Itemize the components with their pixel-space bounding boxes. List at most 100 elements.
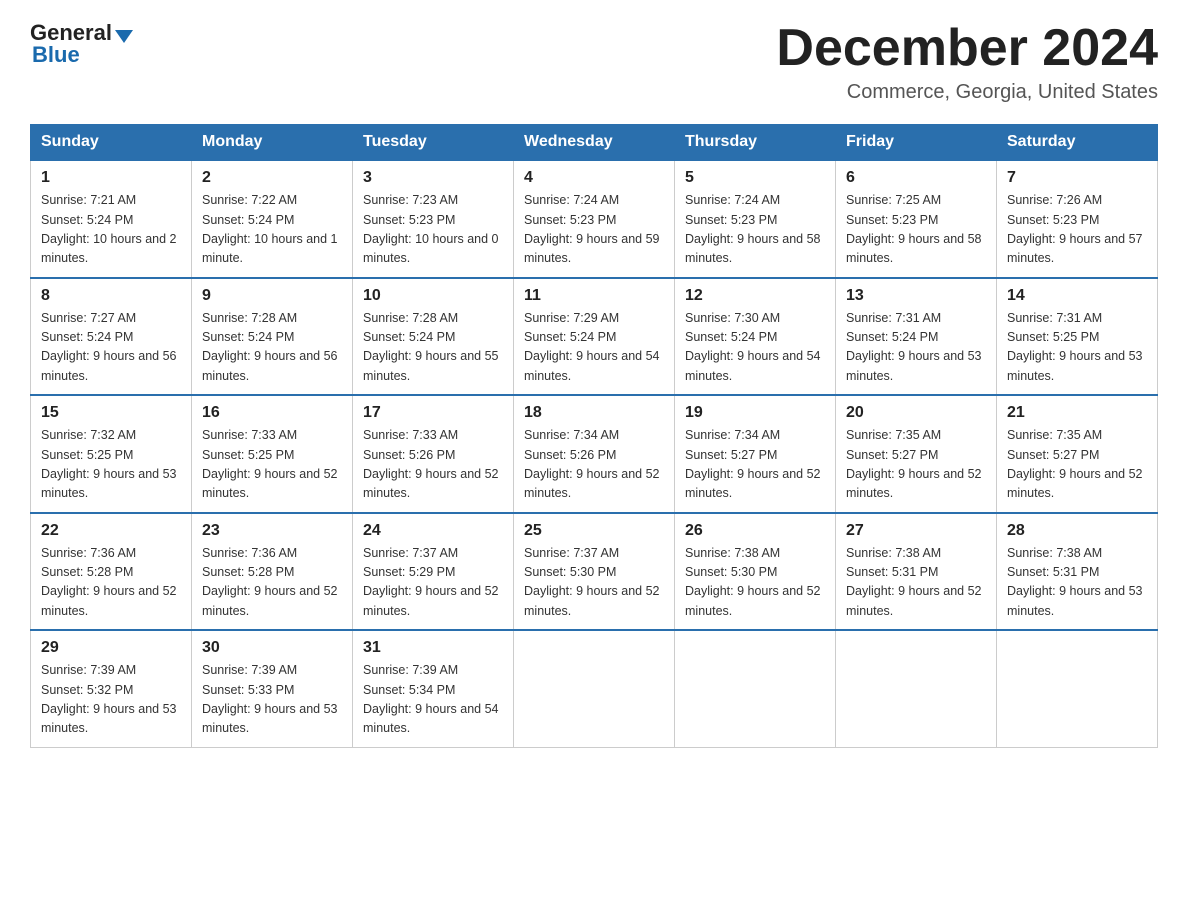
table-row: 10 Sunrise: 7:28 AMSunset: 5:24 PMDayligh… [353, 278, 514, 396]
day-number: 1 [41, 169, 181, 187]
day-number: 10 [363, 287, 503, 305]
calendar-week-row: 29Sunrise: 7:39 AMSunset: 5:32 PMDayligh… [31, 630, 1158, 747]
table-row [836, 630, 997, 747]
col-thursday: Thursday [675, 125, 836, 161]
month-title: December 2024 [776, 20, 1158, 77]
day-number: 2 [202, 169, 342, 187]
table-row: 17 Sunrise: 7:33 AMSunset: 5:26 PMDayligh… [353, 395, 514, 513]
day-number: 24 [363, 522, 503, 540]
col-monday: Monday [192, 125, 353, 161]
day-info: Sunrise: 7:30 AMSunset: 5:24 PMDaylight:… [685, 309, 825, 387]
table-row: 14Sunrise: 7:31 AMSunset: 5:25 PMDayligh… [997, 278, 1158, 396]
location-text: Commerce, Georgia, United States [776, 81, 1158, 104]
day-info: Sunrise: 7:38 AMSunset: 5:30 PMDaylight:… [685, 544, 825, 622]
table-row: 16 Sunrise: 7:33 AMSunset: 5:25 PMDayligh… [192, 395, 353, 513]
table-row: 5 Sunrise: 7:24 AMSunset: 5:23 PMDaylight… [675, 160, 836, 278]
calendar-week-row: 1 Sunrise: 7:21 AMSunset: 5:24 PMDaylight… [31, 160, 1158, 278]
day-info: Sunrise: 7:28 AMSunset: 5:24 PMDaylight:… [363, 309, 503, 387]
table-row: 23 Sunrise: 7:36 AMSunset: 5:28 PMDayligh… [192, 513, 353, 631]
day-info: Sunrise: 7:33 AMSunset: 5:25 PMDaylight:… [202, 426, 342, 504]
day-number: 19 [685, 404, 825, 422]
day-number: 13 [846, 287, 986, 305]
table-row: 15 Sunrise: 7:32 AMSunset: 5:25 PMDayligh… [31, 395, 192, 513]
day-info: Sunrise: 7:34 AMSunset: 5:26 PMDaylight:… [524, 426, 664, 504]
day-info: Sunrise: 7:23 AMSunset: 5:23 PMDaylight:… [363, 191, 503, 269]
table-row: 27Sunrise: 7:38 AMSunset: 5:31 PMDayligh… [836, 513, 997, 631]
table-row: 24 Sunrise: 7:37 AMSunset: 5:29 PMDayligh… [353, 513, 514, 631]
day-number: 3 [363, 169, 503, 187]
logo: General Blue [30, 20, 133, 68]
table-row: 3 Sunrise: 7:23 AMSunset: 5:23 PMDaylight… [353, 160, 514, 278]
day-number: 20 [846, 404, 986, 422]
table-row: 7 Sunrise: 7:26 AMSunset: 5:23 PMDaylight… [997, 160, 1158, 278]
table-row: 20 Sunrise: 7:35 AMSunset: 5:27 PMDayligh… [836, 395, 997, 513]
day-number: 17 [363, 404, 503, 422]
day-number: 16 [202, 404, 342, 422]
day-info: Sunrise: 7:25 AMSunset: 5:23 PMDaylight:… [846, 191, 986, 269]
table-row: 25 Sunrise: 7:37 AMSunset: 5:30 PMDayligh… [514, 513, 675, 631]
col-wednesday: Wednesday [514, 125, 675, 161]
day-number: 31 [363, 639, 503, 657]
col-saturday: Saturday [997, 125, 1158, 161]
header-row: Sunday Monday Tuesday Wednesday Thursday… [31, 125, 1158, 161]
day-number: 11 [524, 287, 664, 305]
day-info: Sunrise: 7:24 AMSunset: 5:23 PMDaylight:… [685, 191, 825, 269]
table-row: 6 Sunrise: 7:25 AMSunset: 5:23 PMDaylight… [836, 160, 997, 278]
day-info: Sunrise: 7:37 AMSunset: 5:29 PMDaylight:… [363, 544, 503, 622]
day-number: 15 [41, 404, 181, 422]
calendar-week-row: 8 Sunrise: 7:27 AMSunset: 5:24 PMDaylight… [31, 278, 1158, 396]
day-info: Sunrise: 7:35 AMSunset: 5:27 PMDaylight:… [1007, 426, 1147, 504]
table-row: 12 Sunrise: 7:30 AMSunset: 5:24 PMDayligh… [675, 278, 836, 396]
day-info: Sunrise: 7:28 AMSunset: 5:24 PMDaylight:… [202, 309, 342, 387]
day-info: Sunrise: 7:34 AMSunset: 5:27 PMDaylight:… [685, 426, 825, 504]
day-number: 8 [41, 287, 181, 305]
day-number: 12 [685, 287, 825, 305]
day-info: Sunrise: 7:39 AMSunset: 5:32 PMDaylight:… [41, 661, 181, 739]
day-info: Sunrise: 7:21 AMSunset: 5:24 PMDaylight:… [41, 191, 181, 269]
table-row: 21Sunrise: 7:35 AMSunset: 5:27 PMDayligh… [997, 395, 1158, 513]
calendar-table: Sunday Monday Tuesday Wednesday Thursday… [30, 124, 1158, 748]
day-number: 18 [524, 404, 664, 422]
day-number: 7 [1007, 169, 1147, 187]
day-info: Sunrise: 7:33 AMSunset: 5:26 PMDaylight:… [363, 426, 503, 504]
day-info: Sunrise: 7:31 AMSunset: 5:25 PMDaylight:… [1007, 309, 1147, 387]
table-row: 19 Sunrise: 7:34 AMSunset: 5:27 PMDayligh… [675, 395, 836, 513]
day-number: 27 [846, 522, 986, 540]
day-number: 5 [685, 169, 825, 187]
day-info: Sunrise: 7:35 AMSunset: 5:27 PMDaylight:… [846, 426, 986, 504]
day-info: Sunrise: 7:36 AMSunset: 5:28 PMDaylight:… [41, 544, 181, 622]
col-friday: Friday [836, 125, 997, 161]
table-row [675, 630, 836, 747]
table-row: 18 Sunrise: 7:34 AMSunset: 5:26 PMDayligh… [514, 395, 675, 513]
day-number: 25 [524, 522, 664, 540]
col-sunday: Sunday [31, 125, 192, 161]
calendar-week-row: 15 Sunrise: 7:32 AMSunset: 5:25 PMDayligh… [31, 395, 1158, 513]
day-number: 23 [202, 522, 342, 540]
day-info: Sunrise: 7:38 AMSunset: 5:31 PMDaylight:… [1007, 544, 1147, 622]
table-row: 30Sunrise: 7:39 AMSunset: 5:33 PMDayligh… [192, 630, 353, 747]
day-info: Sunrise: 7:24 AMSunset: 5:23 PMDaylight:… [524, 191, 664, 269]
day-info: Sunrise: 7:27 AMSunset: 5:24 PMDaylight:… [41, 309, 181, 387]
table-row: 8 Sunrise: 7:27 AMSunset: 5:24 PMDaylight… [31, 278, 192, 396]
day-number: 6 [846, 169, 986, 187]
table-row: 2Sunrise: 7:22 AMSunset: 5:24 PMDaylight… [192, 160, 353, 278]
day-info: Sunrise: 7:36 AMSunset: 5:28 PMDaylight:… [202, 544, 342, 622]
day-number: 30 [202, 639, 342, 657]
table-row: 22Sunrise: 7:36 AMSunset: 5:28 PMDayligh… [31, 513, 192, 631]
day-number: 9 [202, 287, 342, 305]
day-info: Sunrise: 7:26 AMSunset: 5:23 PMDaylight:… [1007, 191, 1147, 269]
table-row [514, 630, 675, 747]
logo-blue-text: Blue [32, 42, 133, 68]
table-row: 31 Sunrise: 7:39 AMSunset: 5:34 PMDayligh… [353, 630, 514, 747]
day-info: Sunrise: 7:39 AMSunset: 5:34 PMDaylight:… [363, 661, 503, 739]
title-area: December 2024 Commerce, Georgia, United … [776, 20, 1158, 104]
calendar-week-row: 22Sunrise: 7:36 AMSunset: 5:28 PMDayligh… [31, 513, 1158, 631]
table-row: 9 Sunrise: 7:28 AMSunset: 5:24 PMDaylight… [192, 278, 353, 396]
day-info: Sunrise: 7:32 AMSunset: 5:25 PMDaylight:… [41, 426, 181, 504]
day-info: Sunrise: 7:37 AMSunset: 5:30 PMDaylight:… [524, 544, 664, 622]
table-row: 26 Sunrise: 7:38 AMSunset: 5:30 PMDayligh… [675, 513, 836, 631]
day-number: 26 [685, 522, 825, 540]
table-row: 13Sunrise: 7:31 AMSunset: 5:24 PMDayligh… [836, 278, 997, 396]
col-tuesday: Tuesday [353, 125, 514, 161]
page-header: General Blue December 2024 Commerce, Geo… [30, 20, 1158, 104]
